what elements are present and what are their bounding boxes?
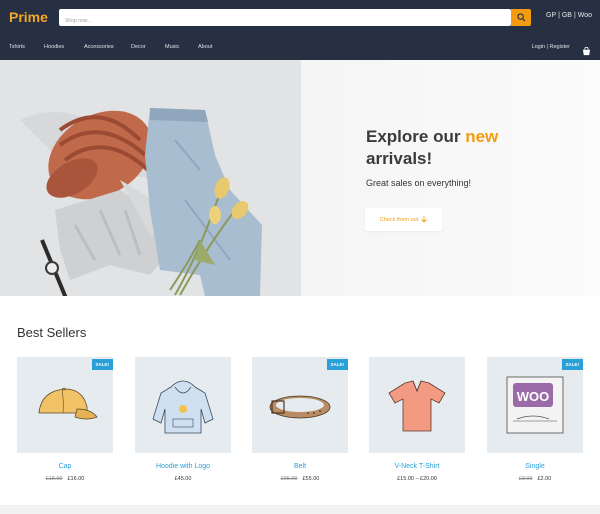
product-price: £15.00 – £20.00 bbox=[369, 476, 465, 482]
old-price: £65.00 bbox=[280, 476, 298, 482]
hero-title-accent: new bbox=[465, 127, 499, 146]
search-icon bbox=[516, 13, 525, 22]
footer-strip bbox=[0, 505, 600, 514]
belt-icon bbox=[269, 395, 331, 419]
product-card[interactable]: SALE! Cap £18.00 £16.00 bbox=[17, 357, 113, 482]
nav-item-tshirts[interactable]: Tshirts bbox=[9, 44, 25, 50]
product-price: £3.00 £2.00 bbox=[487, 476, 583, 482]
hero-button-label: Check them out bbox=[379, 216, 419, 223]
top-header: Prime GP | GB | Woo bbox=[0, 0, 600, 36]
nav-item-music[interactable]: Music bbox=[165, 44, 179, 50]
sale-badge: SALE! bbox=[91, 359, 113, 370]
current-price: £16.00 bbox=[67, 476, 85, 482]
search-bar bbox=[59, 9, 511, 30]
product-image[interactable]: SALE! bbox=[17, 357, 113, 453]
hero-banner: Explore our new arrivals! Great sales on… bbox=[0, 60, 600, 296]
currency-option[interactable]: Woo bbox=[578, 12, 592, 19]
product-image[interactable]: SALE! bbox=[252, 357, 348, 453]
product-name[interactable]: Cap bbox=[17, 463, 113, 470]
nav-item-about[interactable]: About bbox=[198, 44, 212, 50]
current-price: £45.00 bbox=[174, 476, 192, 482]
nav-item-hoodies[interactable]: Hoodies bbox=[44, 44, 64, 50]
current-price: £15.00 – £20.00 bbox=[397, 476, 437, 482]
arrow-down-icon bbox=[421, 216, 428, 223]
current-price: £2.00 bbox=[537, 476, 552, 482]
current-price: £55.00 bbox=[302, 476, 320, 482]
cart-button[interactable] bbox=[582, 43, 591, 61]
site-logo[interactable]: Prime bbox=[9, 9, 48, 25]
currency-separator: | bbox=[573, 12, 576, 19]
svg-text:WOO: WOO bbox=[517, 389, 550, 404]
hero-subtitle: Great sales on everything! bbox=[366, 178, 472, 188]
product-image[interactable] bbox=[369, 357, 465, 453]
currency-switcher: GP | GB | Woo bbox=[546, 12, 592, 19]
best-sellers-heading: Best Sellers bbox=[17, 325, 87, 340]
login-register-link[interactable]: Login | Register bbox=[532, 44, 570, 50]
currency-option[interactable]: GB bbox=[562, 12, 572, 19]
search-input[interactable] bbox=[59, 12, 511, 30]
woo-single-icon: WOO bbox=[506, 376, 564, 434]
product-price: £45.00 bbox=[135, 476, 231, 482]
cap-icon bbox=[38, 387, 98, 420]
old-price: £18.00 bbox=[45, 476, 63, 482]
product-name[interactable]: V-Neck T-Shirt bbox=[369, 463, 465, 470]
main-navigation: Tshirts Hoodies Accessories Decor Music … bbox=[0, 36, 600, 60]
product-price: £65.00 £55.00 bbox=[252, 476, 348, 482]
product-image[interactable]: SALE! WOO bbox=[487, 357, 583, 453]
product-card[interactable]: Hoodie with Logo £45.00 bbox=[135, 357, 231, 482]
nav-item-accessories[interactable]: Accessories bbox=[84, 44, 114, 50]
product-card[interactable]: SALE! WOO Single £3.00 £2.00 bbox=[487, 357, 583, 482]
old-price: £3.00 bbox=[518, 476, 533, 482]
search-button[interactable] bbox=[511, 9, 531, 26]
currency-separator: | bbox=[558, 12, 560, 19]
hero-image bbox=[0, 60, 301, 296]
product-card[interactable]: V-Neck T-Shirt £15.00 – £20.00 bbox=[369, 357, 465, 482]
product-image[interactable] bbox=[135, 357, 231, 453]
hero-title-suffix: arrivals! bbox=[366, 149, 433, 168]
hero-title-prefix: Explore our bbox=[366, 127, 466, 146]
sale-badge: SALE! bbox=[326, 359, 348, 370]
check-them-out-button[interactable]: Check them out bbox=[365, 208, 442, 231]
tshirt-icon bbox=[388, 380, 446, 432]
product-price: £18.00 £16.00 bbox=[17, 476, 113, 482]
sale-badge: SALE! bbox=[561, 359, 583, 370]
product-name[interactable]: Belt bbox=[252, 463, 348, 470]
product-name[interactable]: Single bbox=[487, 463, 583, 470]
hoodie-icon bbox=[152, 380, 214, 434]
hero-title: Explore our new arrivals! bbox=[366, 126, 586, 170]
currency-option[interactable]: GP bbox=[546, 12, 556, 19]
product-card[interactable]: SALE! Belt £65.00 £55.00 bbox=[252, 357, 348, 482]
cart-icon bbox=[582, 46, 591, 56]
nav-item-decor[interactable]: Decor bbox=[131, 44, 146, 50]
product-name[interactable]: Hoodie with Logo bbox=[135, 463, 231, 470]
